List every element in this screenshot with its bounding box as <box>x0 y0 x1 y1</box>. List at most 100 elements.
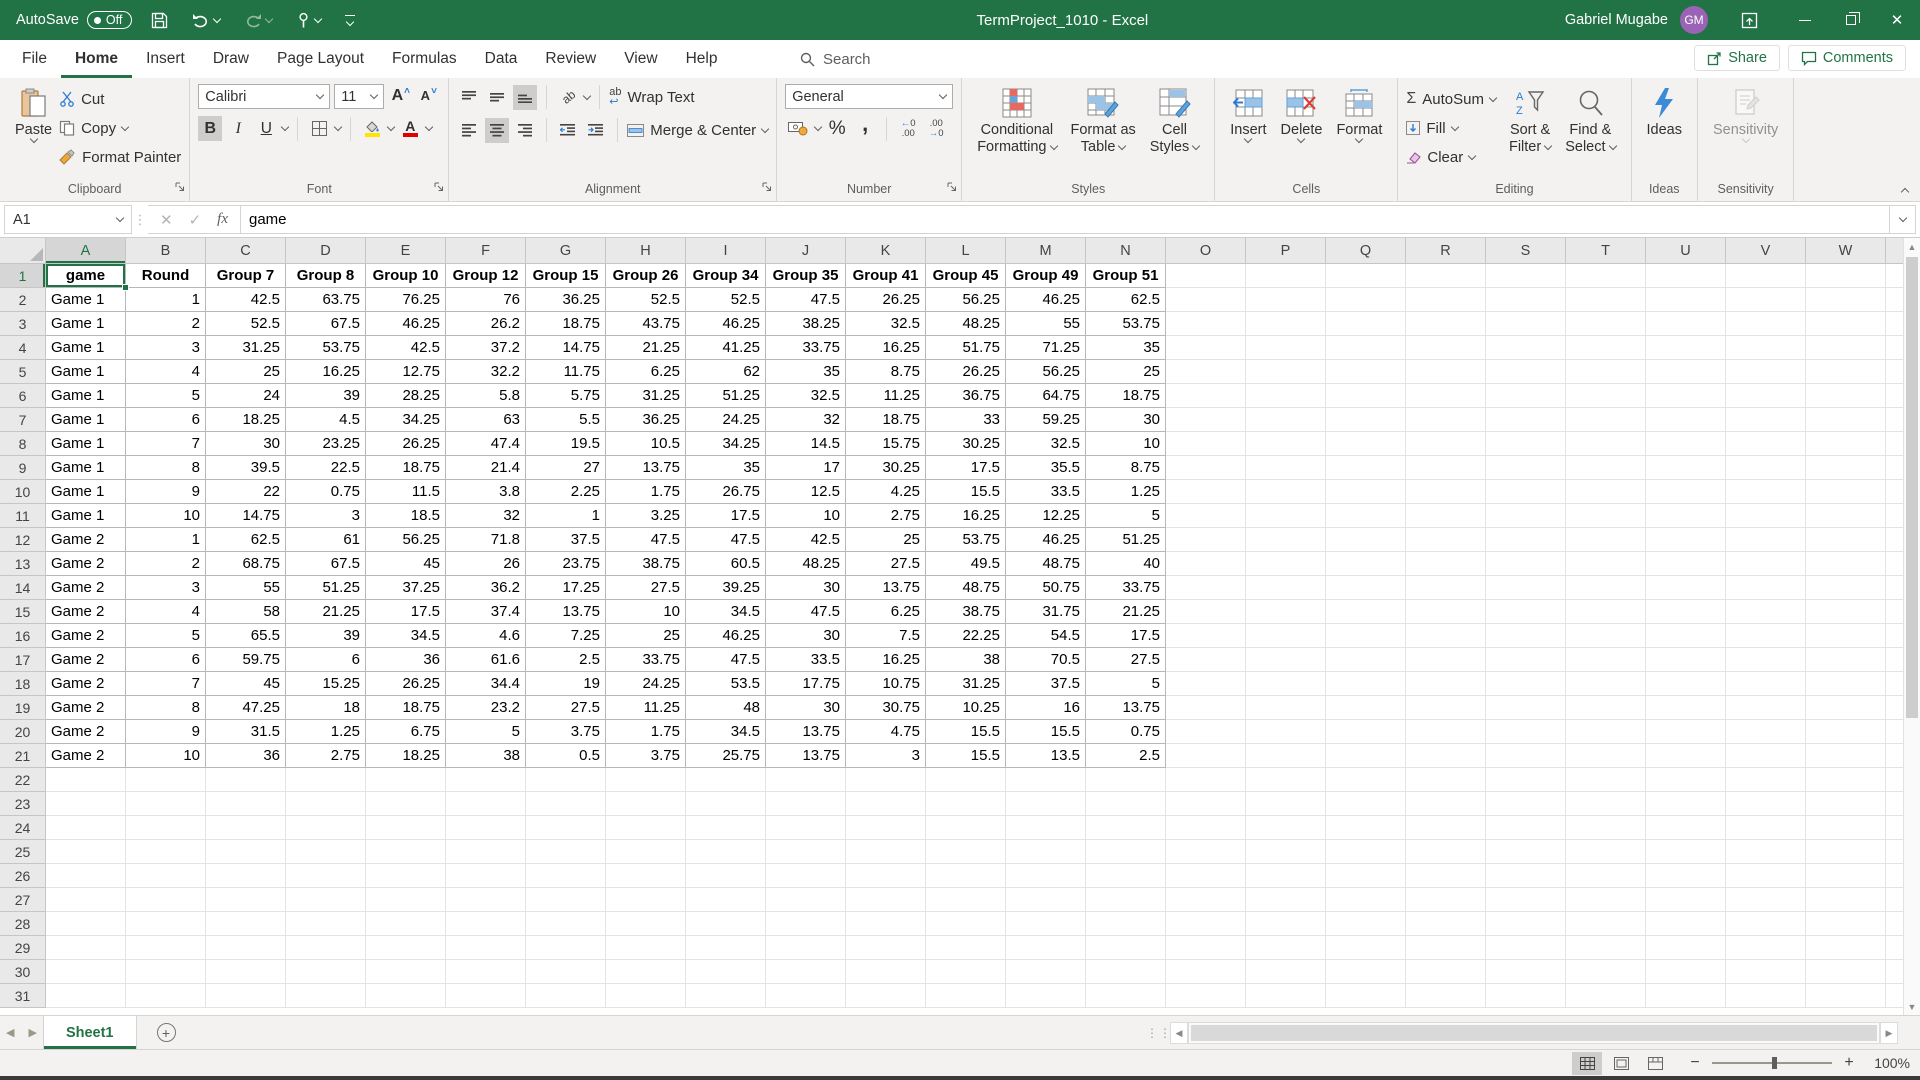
cell-F9[interactable]: 21.4 <box>446 456 526 480</box>
cell-O1[interactable] <box>1166 264 1246 288</box>
cell-R19[interactable] <box>1406 696 1486 720</box>
cell-B14[interactable]: 3 <box>126 576 206 600</box>
cell-Q9[interactable] <box>1326 456 1406 480</box>
cell-H11[interactable]: 3.25 <box>606 504 686 528</box>
cell-F23[interactable] <box>446 792 526 816</box>
cell-F18[interactable]: 34.4 <box>446 672 526 696</box>
cell-F17[interactable]: 61.6 <box>446 648 526 672</box>
cell-W1[interactable] <box>1806 264 1886 288</box>
row-header-2[interactable]: 2 <box>0 288 46 312</box>
cell-N9[interactable]: 8.75 <box>1086 456 1166 480</box>
cell-B6[interactable]: 5 <box>126 384 206 408</box>
row-header-15[interactable]: 15 <box>0 600 46 624</box>
cell-G30[interactable] <box>526 960 606 984</box>
orientation-button[interactable]: ab <box>556 85 580 110</box>
cell-L20[interactable]: 15.5 <box>926 720 1006 744</box>
cell-W23[interactable] <box>1806 792 1886 816</box>
zoom-level[interactable]: 100% <box>1866 1055 1910 1071</box>
cell-O17[interactable] <box>1166 648 1246 672</box>
cell-W24[interactable] <box>1806 816 1886 840</box>
cell-A9[interactable]: Game 1 <box>46 456 126 480</box>
cell-V23[interactable] <box>1726 792 1806 816</box>
cell-Q2[interactable] <box>1326 288 1406 312</box>
cell-G15[interactable]: 13.75 <box>526 600 606 624</box>
cell-Q27[interactable] <box>1326 888 1406 912</box>
cell-L5[interactable]: 26.25 <box>926 360 1006 384</box>
cell-M1[interactable]: Group 49 <box>1006 264 1086 288</box>
cell-I29[interactable] <box>686 936 766 960</box>
cell-O27[interactable] <box>1166 888 1246 912</box>
cell-J3[interactable]: 38.25 <box>766 312 846 336</box>
horizontal-scrollbar[interactable]: ◀ ▶ <box>1170 1021 1898 1045</box>
cell-O15[interactable] <box>1166 600 1246 624</box>
cell-N29[interactable] <box>1086 936 1166 960</box>
cell-W27[interactable] <box>1806 888 1886 912</box>
cell-E29[interactable] <box>366 936 446 960</box>
cell-T24[interactable] <box>1566 816 1646 840</box>
cell-G6[interactable]: 5.75 <box>526 384 606 408</box>
redo-button[interactable] <box>239 8 277 32</box>
cell-H15[interactable]: 10 <box>606 600 686 624</box>
cell-B16[interactable]: 5 <box>126 624 206 648</box>
cell-S4[interactable] <box>1486 336 1566 360</box>
formula-bar-grip[interactable]: ⋮ <box>132 205 148 234</box>
wrap-text-button[interactable]: ab ↩ Wrap Text <box>609 84 694 110</box>
horizontal-scroll-thumb[interactable] <box>1191 1025 1877 1041</box>
increase-decimal-button[interactable]: ←0.00 <box>896 116 920 141</box>
cell-O19[interactable] <box>1166 696 1246 720</box>
cell-A3[interactable]: Game 1 <box>46 312 126 336</box>
formula-bar-expand-button[interactable] <box>1890 205 1916 234</box>
cell-C6[interactable]: 24 <box>206 384 286 408</box>
selection-fill-handle[interactable] <box>122 284 129 291</box>
cell-U19[interactable] <box>1646 696 1726 720</box>
cell-A11[interactable]: Game 1 <box>46 504 126 528</box>
cell-V7[interactable] <box>1726 408 1806 432</box>
cell-W7[interactable] <box>1806 408 1886 432</box>
cell-W15[interactable] <box>1806 600 1886 624</box>
cell-F1[interactable]: Group 12 <box>446 264 526 288</box>
cell-R27[interactable] <box>1406 888 1486 912</box>
cell-A10[interactable]: Game 1 <box>46 480 126 504</box>
cell-T28[interactable] <box>1566 912 1646 936</box>
cell-F25[interactable] <box>446 840 526 864</box>
cell-O6[interactable] <box>1166 384 1246 408</box>
col-header-B[interactable]: B <box>126 238 206 263</box>
cell-K30[interactable] <box>846 960 926 984</box>
cell-K20[interactable]: 4.75 <box>846 720 926 744</box>
cell-M13[interactable]: 48.75 <box>1006 552 1086 576</box>
cell-Q31[interactable] <box>1326 984 1406 1008</box>
cell-C2[interactable]: 42.5 <box>206 288 286 312</box>
cell-J29[interactable] <box>766 936 846 960</box>
cell-T11[interactable] <box>1566 504 1646 528</box>
decrease-decimal-button[interactable]: .00 →0 <box>924 116 948 141</box>
cell-F13[interactable]: 26 <box>446 552 526 576</box>
cell-O4[interactable] <box>1166 336 1246 360</box>
align-top-button[interactable] <box>457 85 481 110</box>
cell-P17[interactable] <box>1246 648 1326 672</box>
cell-M3[interactable]: 55 <box>1006 312 1086 336</box>
cell-M22[interactable] <box>1006 768 1086 792</box>
cell-H24[interactable] <box>606 816 686 840</box>
cell-R16[interactable] <box>1406 624 1486 648</box>
cell-V3[interactable] <box>1726 312 1806 336</box>
cell-O13[interactable] <box>1166 552 1246 576</box>
cell-V8[interactable] <box>1726 432 1806 456</box>
save-button[interactable] <box>146 8 173 33</box>
format-cells-button[interactable]: Format <box>1329 84 1389 144</box>
undo-button[interactable] <box>187 8 225 32</box>
cell-H16[interactable]: 25 <box>606 624 686 648</box>
cell-W17[interactable] <box>1806 648 1886 672</box>
cell-C27[interactable] <box>206 888 286 912</box>
cell-V26[interactable] <box>1726 864 1806 888</box>
cell-R4[interactable] <box>1406 336 1486 360</box>
cell-I15[interactable]: 34.5 <box>686 600 766 624</box>
cell-B28[interactable] <box>126 912 206 936</box>
name-box[interactable]: A1 <box>4 205 132 234</box>
cell-A8[interactable]: Game 1 <box>46 432 126 456</box>
cell-G23[interactable] <box>526 792 606 816</box>
cell-A28[interactable] <box>46 912 126 936</box>
cell-Q15[interactable] <box>1326 600 1406 624</box>
cell-R14[interactable] <box>1406 576 1486 600</box>
cell-W18[interactable] <box>1806 672 1886 696</box>
cell-O28[interactable] <box>1166 912 1246 936</box>
